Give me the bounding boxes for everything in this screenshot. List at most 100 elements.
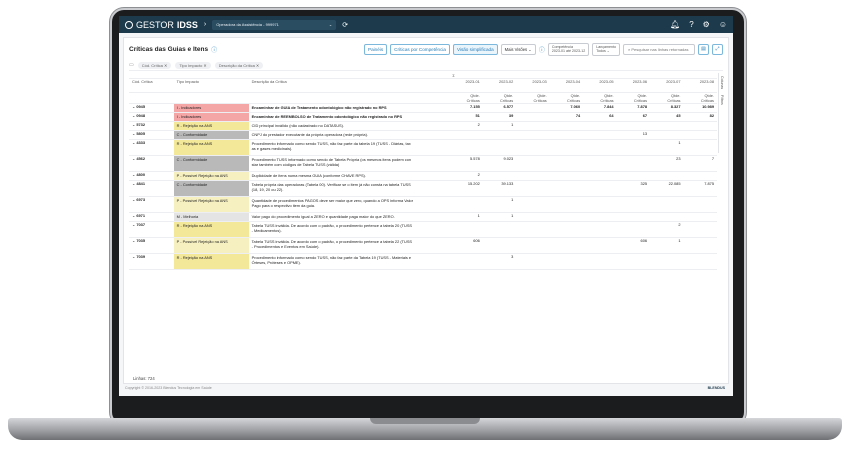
header-month[interactable]: 2023-06	[616, 78, 651, 93]
cell-cod[interactable]: ⌄ 6973	[129, 196, 174, 213]
cell-month-value	[516, 253, 550, 270]
views-select[interactable]: Mais Visões ⌄	[500, 43, 536, 55]
cell-month-value: 45	[650, 112, 684, 122]
top-bar: GESTOR IDSS › Operadora da Assistência -…	[119, 16, 733, 33]
header-row-sub: Qtde. Críticas Qtde. Críticas Qtde. Críticas Q…	[129, 92, 717, 104]
cell-month-value: 6.577	[482, 103, 517, 113]
cell-month-value	[482, 221, 517, 238]
table-row[interactable]: ⌄ 0948 I - Indicadores Encaminhar de REEMB…	[129, 112, 717, 122]
table-row[interactable]: ⌄ 4841 C - Conformidade Tabela própria das…	[129, 180, 717, 197]
footer: Copyright © 2016-2023 Blendus Tecnologia…	[123, 383, 727, 393]
header-month[interactable]: 2023-03	[516, 78, 550, 93]
side-tab-colunas[interactable]: Colunas	[719, 73, 725, 92]
expand-icon[interactable]: ⤢	[712, 43, 723, 55]
table-row[interactable]: ⌄ 7035 P - Possível Rejeição na ANS Tabela…	[129, 237, 717, 254]
operator-select[interactable]: Operadora da Assistência - 999971 ⌄	[212, 19, 337, 30]
cell-month-value: 1	[482, 212, 517, 222]
cell-month-value: 7	[683, 155, 717, 172]
header-month[interactable]: 2023-07	[650, 78, 684, 93]
cell-month-value	[683, 221, 717, 238]
cell-month-value: 15.202	[449, 180, 483, 197]
search-input[interactable]: ⌕ Pesquisar nas linhas retornadas	[623, 43, 695, 55]
cell-tipo: P - Possível Rejeição na ANS	[173, 237, 249, 254]
tab-paineis[interactable]: Painéis	[364, 43, 388, 55]
help-icon[interactable]: ?	[689, 20, 693, 29]
header-desc[interactable]: Descrição da Crítica	[248, 78, 450, 93]
group-chip-tipo[interactable]: Tipo Impacto ✕	[175, 61, 211, 69]
side-tab-filtros[interactable]: Filtros	[719, 92, 725, 108]
group-chip-cod[interactable]: Cód. Crítica ✕	[137, 61, 172, 69]
cod-value: 4841	[136, 181, 145, 186]
sub-criticas: Críticas	[500, 98, 514, 103]
group-chip-tipo-label: Tipo Impacto	[179, 62, 203, 68]
cell-month-value: 606	[449, 237, 483, 254]
table-row[interactable]: ⌄ 0945 I - Indicadores Encaminhar de GUIA …	[129, 103, 717, 113]
bell-icon[interactable]: 🔔︎	[670, 20, 680, 29]
table-row[interactable]: ⌄ 7039 R - Rejeição na ANS Procedimento in…	[129, 253, 717, 270]
tipo-value: C - Conformidade	[176, 182, 208, 187]
app-logo[interactable]: GESTOR IDSS	[125, 20, 198, 30]
table-row[interactable]: ⌄ 6973 P - Possível Rejeição na ANS Quanti…	[129, 196, 717, 213]
cell-cod[interactable]: ⌄ 4841	[129, 180, 174, 197]
cell-month-value	[549, 130, 584, 140]
cell-month-value: 8.327	[650, 103, 684, 113]
cell-tipo: C - Conformidade	[173, 180, 249, 197]
cod-value: 7035	[136, 238, 145, 243]
laptop-notch	[370, 418, 480, 424]
table-row[interactable]: ⌄ 7037 R - Rejeição na ANS Tabela TUSS inv…	[129, 221, 717, 238]
views-info-icon[interactable]: ⓘ	[539, 45, 545, 54]
table-row[interactable]: ⌄ 4333 R - Rejeição na ANS Procedimento in…	[129, 139, 717, 156]
tab-criticas-competencia[interactable]: Críticas por Competência	[390, 43, 450, 55]
cod-value: 0945	[136, 104, 145, 109]
cell-month-value	[549, 221, 584, 238]
header-sub-qtde: Qtde. Críticas	[516, 92, 550, 104]
cell-month-value: 51	[449, 112, 483, 122]
cell-cod[interactable]: ⌄ 0948	[129, 112, 174, 122]
info-icon[interactable]: ⓘ	[211, 45, 217, 54]
cell-cod[interactable]: ⌄ 5732	[129, 121, 174, 131]
cell-cod[interactable]: ⌄ 4562	[129, 155, 174, 172]
cell-cod[interactable]: ⌄ 6971	[129, 212, 174, 222]
tipo-value: R - Rejeição na ANS	[176, 141, 213, 146]
header-month[interactable]: 2023-05	[583, 78, 617, 93]
cell-cod[interactable]: ⌄ 4333	[129, 139, 174, 156]
header-month[interactable]: 2023-04	[549, 78, 584, 93]
header-month[interactable]: 2023-01	[449, 78, 483, 93]
cell-tipo: M - Melhoria	[173, 212, 249, 222]
user-icon[interactable]: ☺	[719, 20, 727, 29]
cell-month-value	[516, 139, 550, 156]
tab-visao-simplificada[interactable]: Visão simplificada	[452, 43, 498, 55]
cell-month-value: 67	[616, 112, 651, 122]
cell-cod[interactable]: ⌄ 7035	[129, 237, 174, 254]
cell-cod[interactable]: ⌄ 0945	[129, 103, 174, 113]
header-month[interactable]: 2023-02	[482, 78, 517, 93]
table-row[interactable]: ⌄ 4800 P - Possível Rejeição na ANS Duplic…	[129, 171, 717, 181]
competencia-label: Competência	[551, 44, 574, 49]
cell-month-value	[583, 221, 617, 238]
table-row[interactable]: ⌄ 5732 R - Rejeição na ANS CID principal i…	[129, 121, 717, 131]
cell-month-value	[616, 221, 651, 238]
header-month[interactable]: 2023-08	[683, 78, 717, 93]
cell-cod[interactable]: ⌄ 4800	[129, 171, 174, 181]
table-row[interactable]: ⌄ 5805 C - Conformidade CNPJ do prestador …	[129, 130, 717, 140]
cell-cod[interactable]: ⌄ 5805	[129, 130, 174, 140]
cell-cod[interactable]: ⌄ 7039	[129, 253, 174, 270]
header-tipo[interactable]: Tipo Impacto	[173, 78, 249, 93]
group-chip-desc[interactable]: Descrição da Crítica ✕	[214, 61, 264, 69]
table-row[interactable]: ⌄ 6971 M - Melhoria Valor pago do procedim…	[129, 212, 717, 222]
cell-cod[interactable]: ⌄ 7037	[129, 221, 174, 238]
lancamento-field[interactable]: Lançamento Todos ⌄	[592, 42, 620, 56]
refresh-icon[interactable]: ⟳	[342, 21, 348, 29]
cell-month-value	[549, 180, 584, 197]
chevron-down-icon: ⌄	[328, 22, 333, 27]
cell-month-value	[683, 253, 717, 270]
cell-month-value	[482, 171, 517, 181]
header-cod[interactable]: Cód. Crítica	[129, 78, 174, 93]
table-row[interactable]: ⌄ 4562 C - Conformidade Procedimento TUSS …	[129, 155, 717, 172]
header-sub-qtde: Qtde. Críticas	[482, 92, 517, 104]
competencia-field[interactable]: Competência 2023-01 até 2023-12	[547, 42, 590, 56]
settings-icon[interactable]: ⚙	[703, 20, 710, 29]
cell-desc: Procedimento informado como sendo TUSS, …	[248, 253, 450, 270]
export-excel-icon[interactable]: ▤	[698, 43, 709, 55]
cell-month-value	[516, 155, 550, 172]
